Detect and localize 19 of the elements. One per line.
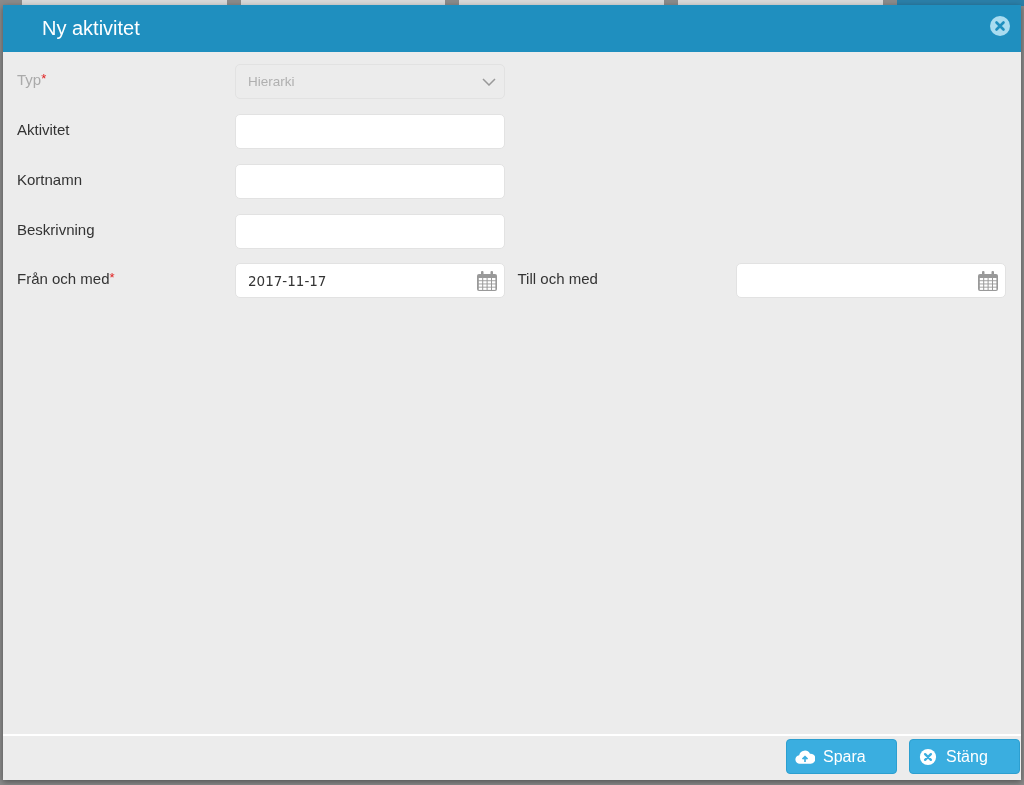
text-field[interactable] — [235, 114, 505, 149]
field-label: Från och med* — [17, 269, 116, 287]
field-label: Kortnamn — [17, 170, 84, 188]
field-label: Beskrivning — [17, 220, 96, 238]
field-label: Aktivitet — [17, 120, 71, 138]
close-icon[interactable] — [990, 15, 1010, 36]
text-field[interactable] — [235, 164, 505, 199]
date-field[interactable] — [735, 263, 1006, 298]
close-button[interactable]: Stäng — [909, 739, 1020, 774]
dialog-title: Ny aktivitet — [42, 17, 140, 40]
close-icon — [918, 747, 938, 766]
field-label: Typ* — [17, 70, 48, 88]
calendar-icon[interactable] — [976, 269, 999, 292]
save-button[interactable]: Spara — [786, 739, 897, 774]
chevron-icon — [482, 77, 496, 86]
text-field[interactable] — [235, 214, 505, 249]
date-field[interactable]: 2017-11-17 — [235, 263, 505, 298]
field-label: Till och med — [517, 269, 599, 287]
calendar-icon[interactable] — [476, 269, 498, 292]
